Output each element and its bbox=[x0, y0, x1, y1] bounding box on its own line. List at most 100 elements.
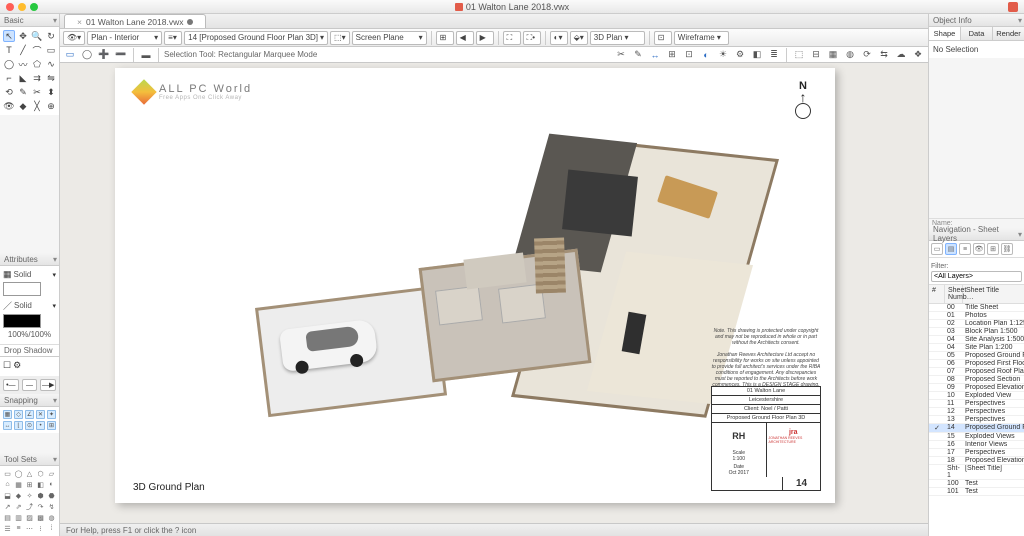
attributes-header[interactable]: Attributes▾ bbox=[0, 253, 59, 266]
plane-mode[interactable]: ⬚▾ bbox=[330, 31, 350, 45]
sheet-layer-row[interactable]: 05Proposed Ground Floor Pla… bbox=[929, 352, 1024, 360]
plane-dropdown[interactable]: Screen Plane▾ bbox=[352, 31, 427, 45]
polygon-tool[interactable]: ⬠ bbox=[31, 58, 43, 70]
basic-palette-header[interactable]: Basic▾ bbox=[0, 14, 59, 27]
snap-point[interactable]: • bbox=[36, 421, 45, 430]
qp-15[interactable]: ⟳ bbox=[860, 48, 874, 62]
qp-11[interactable]: ⬚ bbox=[792, 48, 806, 62]
line-style[interactable]: — bbox=[22, 379, 38, 391]
qp-12[interactable]: ⊟ bbox=[809, 48, 823, 62]
circle-tool[interactable]: ◯ bbox=[3, 58, 15, 70]
sheet-layer-row[interactable]: ✓14Proposed Ground Floor Pla… bbox=[929, 424, 1024, 433]
quick-pref-6[interactable]: ◐ bbox=[699, 48, 713, 62]
drawing-canvas[interactable]: ALL PC World Free Apps One Click Away N … bbox=[60, 63, 928, 523]
sheet-layer-row[interactable]: 06Proposed First Floor Plan bbox=[929, 360, 1024, 368]
snap-working[interactable]: ⊞ bbox=[47, 421, 56, 430]
projection[interactable]: ⬙▾ bbox=[570, 31, 588, 45]
chamfer-tool[interactable]: ◣ bbox=[17, 72, 29, 84]
polyline-tool[interactable]: 〰 bbox=[17, 58, 29, 70]
eyedropper-tool[interactable]: ✎ bbox=[17, 86, 29, 98]
layer-visibility-button[interactable]: 👁▾ bbox=[63, 31, 85, 45]
class-visibility-button[interactable]: ≡▾ bbox=[164, 31, 182, 45]
snap-intersect[interactable]: ✕ bbox=[36, 410, 45, 419]
shadow-toggle[interactable]: ☐ bbox=[3, 360, 11, 371]
sheet-layer-row[interactable]: 18Proposed Elevation & 3D bbox=[929, 457, 1024, 465]
fit-page[interactable]: ⛶ bbox=[503, 31, 521, 45]
sheet-layer-row[interactable]: 01Photos bbox=[929, 312, 1024, 320]
arc-tool[interactable]: ⌒ bbox=[31, 44, 43, 56]
quick-pref-5[interactable]: ⊡ bbox=[682, 48, 696, 62]
mode-sub[interactable]: ➖ bbox=[114, 48, 128, 62]
mode-add[interactable]: ➕ bbox=[97, 48, 111, 62]
qp-16[interactable]: ⇆ bbox=[877, 48, 891, 62]
sheet-layer-row[interactable]: 12Perspectives bbox=[929, 408, 1024, 416]
shadow-settings[interactable]: ⚙ bbox=[13, 360, 21, 371]
mirror-tool[interactable]: ⇋ bbox=[45, 72, 57, 84]
sheet-layer-row[interactable]: 09Proposed Elevation & 3D bbox=[929, 384, 1024, 392]
current-view[interactable]: 3D Plan ▾ bbox=[590, 31, 645, 45]
end-marker[interactable]: —▶ bbox=[40, 379, 56, 391]
connect-tool[interactable]: ⊕ bbox=[45, 100, 57, 112]
flyover-tool[interactable]: ↻ bbox=[45, 30, 57, 42]
rect-tool[interactable]: ▭ bbox=[45, 44, 57, 56]
sheet-layer-row[interactable]: 16Interior Views bbox=[929, 441, 1024, 449]
view-next[interactable]: ▶ bbox=[476, 31, 494, 45]
quick-pref-9[interactable]: ◧ bbox=[750, 48, 764, 62]
sheet-layer-row[interactable]: 13Perspectives bbox=[929, 416, 1024, 424]
pen-style[interactable]: Solid bbox=[14, 301, 32, 310]
quick-pref-10[interactable]: ≣ bbox=[767, 48, 781, 62]
sheet-layer-row[interactable]: 02Location Plan 1:1250 bbox=[929, 320, 1024, 328]
nav-views[interactable]: 👁 bbox=[973, 243, 985, 255]
nav-list[interactable]: 00Title Sheet01Photos02Location Plan 1:1… bbox=[929, 304, 1024, 536]
quick-pref-8[interactable]: ⚙ bbox=[733, 48, 747, 62]
drop-shadow-row[interactable]: Drop Shadow bbox=[0, 344, 59, 357]
saved-view-dropdown[interactable]: 14 [Proposed Ground Floor Plan 3D]▾ bbox=[184, 31, 328, 45]
render-style[interactable]: Wireframe ▾ bbox=[674, 31, 729, 45]
sheet-layer-row[interactable]: 00Title Sheet bbox=[929, 304, 1024, 312]
zoom-tool[interactable]: 🔍 bbox=[31, 30, 43, 42]
quick-pref-1[interactable]: ✂ bbox=[614, 48, 628, 62]
snap-edge[interactable]: ⌊ bbox=[14, 421, 23, 430]
sheet-layer-row[interactable]: 07Proposed Roof Plan bbox=[929, 368, 1024, 376]
snapping-header[interactable]: Snapping▾ bbox=[0, 394, 59, 407]
view-top[interactable]: ⊞ bbox=[436, 31, 454, 45]
navigation-header[interactable]: Navigation - Sheet Layers▾ bbox=[929, 228, 1024, 241]
view-prev[interactable]: ◀ bbox=[456, 31, 474, 45]
fill-color[interactable] bbox=[3, 282, 41, 296]
nav-sheet-layers[interactable]: ▤ bbox=[945, 243, 957, 255]
snap-angle[interactable]: ∠ bbox=[25, 410, 34, 419]
document-tab[interactable]: × 01 Walton Lane 2018.vwx bbox=[64, 14, 206, 28]
nav-filter-input[interactable] bbox=[931, 271, 1022, 282]
snap-object[interactable]: ◇ bbox=[14, 410, 23, 419]
start-marker[interactable]: •— bbox=[3, 379, 19, 391]
attribute-tool[interactable]: ⬍ bbox=[45, 86, 57, 98]
unified-view[interactable]: ⊡ bbox=[654, 31, 672, 45]
render-mode[interactable]: ◐▾ bbox=[550, 31, 568, 45]
close-tab-icon[interactable]: × bbox=[77, 17, 82, 27]
sheet-layer-row[interactable]: 15Exploded Views bbox=[929, 433, 1024, 441]
mode-wall[interactable]: ▬ bbox=[139, 48, 153, 62]
oi-tab-render[interactable]: Render bbox=[993, 27, 1024, 40]
quick-pref-3[interactable]: ↔ bbox=[648, 48, 662, 62]
sheet-layer-row[interactable]: 04Site Analysis 1:500 bbox=[929, 336, 1024, 344]
offset-tool[interactable]: ⇉ bbox=[31, 72, 43, 84]
sheet-layer-row[interactable]: 101Test bbox=[929, 488, 1024, 496]
pen-color[interactable] bbox=[3, 314, 41, 328]
rotate-tool[interactable]: ⟲ bbox=[3, 86, 15, 98]
nav-classes[interactable]: ≡ bbox=[959, 243, 971, 255]
mode-single[interactable]: ▭ bbox=[63, 48, 77, 62]
selection-tool[interactable]: ↖ bbox=[3, 30, 15, 42]
nav-columns[interactable]: # Sheet Numb… Sheet Title bbox=[929, 285, 1024, 304]
reshape-tool[interactable]: ◆ bbox=[17, 100, 29, 112]
sheet-layer-row[interactable]: 17Perspectives bbox=[929, 449, 1024, 457]
sheet-layer-row[interactable]: Sht-1[Sheet Title] bbox=[929, 465, 1024, 480]
qp-14[interactable]: ◍ bbox=[843, 48, 857, 62]
fillet-tool[interactable]: ⌐ bbox=[3, 72, 15, 84]
snap-grid[interactable]: ▦ bbox=[3, 410, 12, 419]
ts-1[interactable]: ▭ bbox=[3, 469, 12, 478]
visibility-tool[interactable]: 👁 bbox=[3, 100, 15, 112]
nav-viewports[interactable]: ⊞ bbox=[987, 243, 999, 255]
snap-tangent[interactable]: ⊙ bbox=[25, 421, 34, 430]
sheet-layer-row[interactable]: 04Site Plan 1:200 bbox=[929, 344, 1024, 352]
line-tool[interactable]: ╱ bbox=[17, 44, 29, 56]
